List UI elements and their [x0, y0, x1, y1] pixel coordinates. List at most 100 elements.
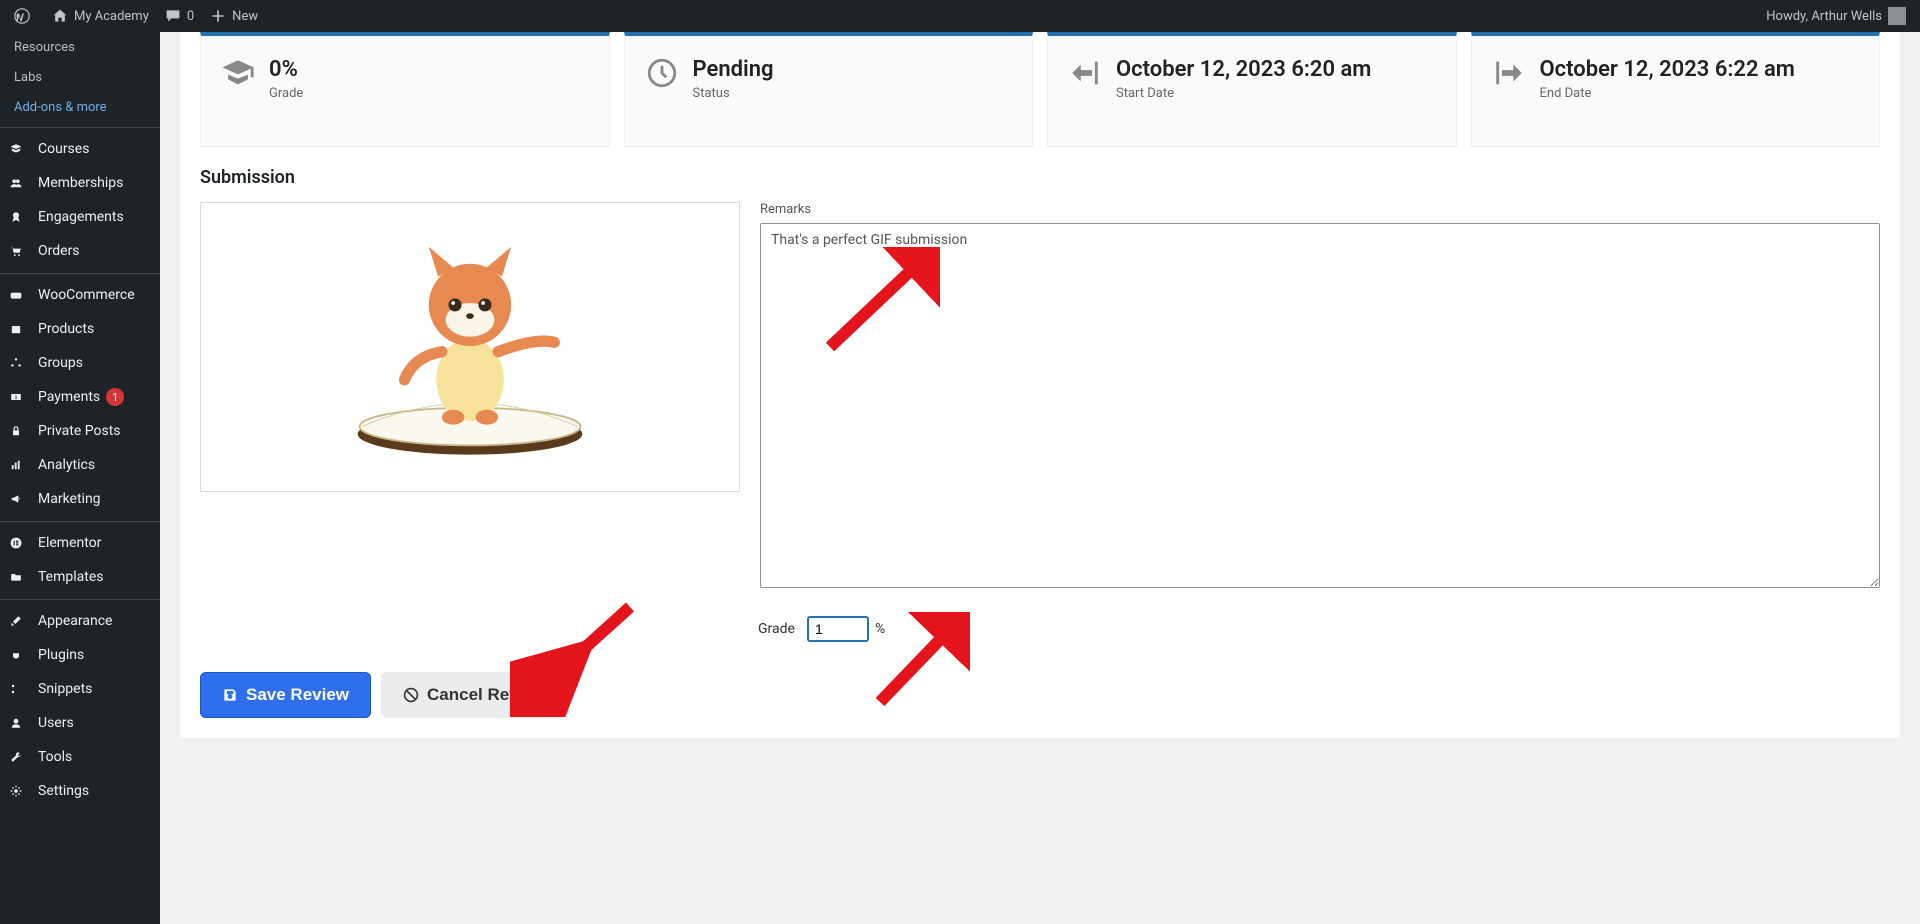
- sidebar-sub-resources[interactable]: Resources: [0, 32, 160, 62]
- sidebar-item-marketing[interactable]: Marketing: [0, 482, 160, 516]
- courses-icon: [10, 141, 30, 157]
- new-content-link[interactable]: New: [202, 0, 266, 32]
- home-icon: [52, 8, 68, 24]
- sidebar-item-tools[interactable]: Tools: [0, 740, 160, 774]
- cart-icon: [10, 243, 30, 259]
- sidebar-item-snippets[interactable]: Snippets: [0, 672, 160, 706]
- stat-status-label: Status: [693, 86, 774, 101]
- annotation-arrow-grade: [870, 612, 970, 712]
- remarks-label: Remarks: [760, 202, 1880, 217]
- new-label: New: [232, 9, 258, 24]
- sidebar-item-label: Analytics: [38, 457, 95, 473]
- stat-grade-label: Grade: [269, 86, 303, 101]
- chart-icon: [10, 457, 30, 473]
- sidebar-item-label: Products: [38, 321, 94, 337]
- save-review-button[interactable]: Save Review: [200, 672, 371, 718]
- sidebar-item-templates[interactable]: Templates: [0, 560, 160, 594]
- sidebar-item-appearance[interactable]: Appearance: [0, 604, 160, 638]
- sidebar-item-label: Payments: [38, 389, 100, 405]
- annotation-arrow-save: [510, 597, 640, 717]
- sidebar-item-analytics[interactable]: Analytics: [0, 448, 160, 482]
- sidebar-sub-labs[interactable]: Labs: [0, 62, 160, 92]
- sidebar-item-orders[interactable]: Orders: [0, 234, 160, 268]
- sidebar-item-label: Engagements: [38, 209, 124, 225]
- annotation-arrow-remarks: [820, 247, 940, 357]
- site-name-label: My Academy: [74, 9, 149, 24]
- submission-image: [340, 222, 600, 472]
- sidebar-item-plugins[interactable]: Plugins: [0, 638, 160, 672]
- stat-status-value: Pending: [693, 56, 774, 84]
- sidebar-item-label: Appearance: [38, 613, 112, 629]
- sidebar-item-label: Add-ons & more: [14, 100, 107, 115]
- stats-row: 0% Grade Pending Status October 12,: [200, 32, 1880, 147]
- site-name-link[interactable]: My Academy: [44, 0, 157, 32]
- content-area: 0% Grade Pending Status October 12,: [160, 32, 1920, 924]
- start-date-icon: [1068, 56, 1102, 90]
- user-icon: [10, 715, 30, 731]
- sidebar-item-woocommerce[interactable]: WooCommerce: [0, 278, 160, 312]
- stat-end-label: End Date: [1540, 86, 1795, 101]
- stat-start-value: October 12, 2023 6:20 am: [1116, 56, 1371, 84]
- stat-status: Pending Status: [624, 32, 1034, 147]
- avatar: [1888, 7, 1906, 25]
- woo-icon: [10, 287, 30, 303]
- sidebar-item-settings[interactable]: Settings: [0, 774, 160, 808]
- sidebar-item-label: Plugins: [38, 647, 84, 663]
- stat-start-label: Start Date: [1116, 86, 1371, 101]
- comments-count: 0: [187, 9, 194, 24]
- sidebar-item-label: Courses: [38, 141, 89, 157]
- sidebar-item-groups[interactable]: Groups: [0, 346, 160, 380]
- sidebar-item-label: Labs: [14, 70, 42, 85]
- user-display-name: Arthur Wells: [1811, 9, 1882, 24]
- stat-end-value: October 12, 2023 6:22 am: [1540, 56, 1795, 84]
- save-icon: [222, 687, 238, 703]
- submission-preview: [200, 202, 740, 492]
- net-icon: [10, 355, 30, 371]
- lock-icon: [10, 423, 30, 439]
- plus-icon: [210, 8, 226, 24]
- elementor-icon: [10, 535, 30, 551]
- sidebar-item-label: Orders: [38, 243, 80, 259]
- comments-link[interactable]: 0: [157, 0, 202, 32]
- howdy-prefix: Howdy,: [1766, 9, 1808, 24]
- sidebar-item-courses[interactable]: Courses: [0, 132, 160, 166]
- wp-logo[interactable]: [6, 0, 44, 32]
- sidebar-item-label: Marketing: [38, 491, 101, 507]
- sidebar-item-label: Memberships: [38, 175, 123, 191]
- grade-input[interactable]: [807, 616, 869, 642]
- submission-title: Submission: [200, 167, 1880, 188]
- sidebar-item-label: Groups: [38, 355, 83, 371]
- sidebar-item-label: Snippets: [38, 681, 92, 697]
- admin-sidebar: Resources Labs Add-ons & more Courses Member…: [0, 32, 160, 924]
- sidebar-item-label: WooCommerce: [38, 287, 135, 303]
- box-icon: [10, 321, 30, 337]
- sidebar-item-elementor[interactable]: Elementor: [0, 526, 160, 560]
- sidebar-item-products[interactable]: Products: [0, 312, 160, 346]
- scissors-icon: [10, 681, 30, 697]
- sidebar-sub-add-ons-more[interactable]: Add-ons & more: [0, 92, 160, 122]
- sidebar-item-engagements[interactable]: Engagements: [0, 200, 160, 234]
- wordpress-icon: [14, 8, 30, 24]
- comment-icon: [165, 8, 181, 24]
- end-date-icon: [1492, 56, 1526, 90]
- grade-label: Grade: [758, 621, 795, 637]
- sidebar-item-payments[interactable]: $Payments1: [0, 380, 160, 414]
- account-link[interactable]: Howdy, Arthur Wells: [1758, 0, 1914, 32]
- save-review-label: Save Review: [246, 685, 349, 705]
- sidebar-item-label: Tools: [38, 749, 72, 765]
- gear-icon: [10, 783, 30, 799]
- stat-start: October 12, 2023 6:20 am Start Date: [1047, 32, 1457, 147]
- sidebar-item-users[interactable]: Users: [0, 706, 160, 740]
- folder-icon: [10, 569, 30, 585]
- sidebar-item-label: Settings: [38, 783, 89, 799]
- sidebar-item-private-posts[interactable]: Private Posts: [0, 414, 160, 448]
- sidebar-badge: 1: [106, 388, 124, 406]
- sidebar-item-label: Resources: [14, 40, 75, 55]
- cancel-icon: [403, 687, 419, 703]
- wrench-icon: [10, 749, 30, 765]
- brush-icon: [10, 613, 30, 629]
- sidebar-item-memberships[interactable]: Memberships: [0, 166, 160, 200]
- stat-end: October 12, 2023 6:22 am End Date: [1471, 32, 1881, 147]
- sidebar-item-label: Private Posts: [38, 423, 121, 439]
- plug-icon: [10, 647, 30, 663]
